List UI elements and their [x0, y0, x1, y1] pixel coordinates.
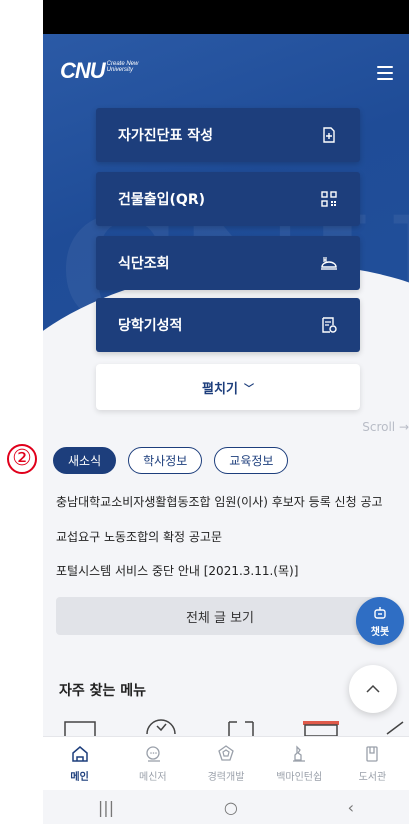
quick-btn-label: 식단조회	[118, 256, 170, 272]
home-button-icon[interactable]: ○	[224, 798, 238, 817]
quick-btn-label: 당학기성적	[118, 318, 183, 334]
nav-item-internship[interactable]: 백마인턴쉽	[263, 737, 336, 790]
document-plus-icon	[323, 127, 335, 143]
news-item[interactable]: 포털시스템 서비스 중단 안내 [2021.3.11.(목)]	[56, 562, 406, 579]
phone-screen: CNU CNU Create New University 자가진단표 작성 건…	[43, 0, 409, 824]
quick-btn-building-qr[interactable]: 건물출입(QR)	[96, 172, 360, 226]
shirt-icon	[228, 721, 254, 736]
system-nav-bar: ||| ○ ‹	[43, 790, 409, 824]
tab-news[interactable]: 새소식	[53, 447, 117, 474]
scroll-hint: Scroll →	[362, 420, 409, 434]
status-bar	[43, 0, 409, 34]
robot-icon	[374, 606, 386, 619]
nav-item-library[interactable]: 도서관	[336, 737, 409, 790]
quick-btn-self-diagnosis[interactable]: 자가진단표 작성	[96, 108, 360, 162]
internship-icon	[293, 745, 306, 762]
logo-text: CNU	[60, 58, 106, 83]
hamburger-menu-icon[interactable]	[377, 66, 393, 80]
monitor-icon	[64, 721, 96, 736]
back-icon[interactable]: ‹	[348, 798, 354, 817]
recent-apps-icon[interactable]: |||	[98, 798, 114, 817]
view-all-posts-button[interactable]: 전체 글 보기	[56, 597, 384, 635]
nav-item-career[interactable]: 경력개발	[189, 737, 262, 790]
bottom-nav: 메인 메신저 경력개발 백마인턴쉽 도서관	[43, 736, 409, 790]
food-tray-icon	[321, 257, 337, 270]
nav-label: 경력개발	[207, 772, 245, 783]
clock-icon	[146, 719, 176, 735]
nav-label: 메신저	[139, 772, 167, 783]
tab-academic-info[interactable]: 학사정보	[128, 447, 203, 474]
scroll-top-button[interactable]	[349, 665, 397, 713]
library-icon	[366, 746, 379, 762]
tab-education-info[interactable]: 교육정보	[214, 447, 289, 474]
pencil-icon	[386, 721, 404, 735]
nav-label: 도서관	[358, 772, 387, 783]
nav-item-messenger[interactable]: 메신저	[116, 737, 189, 790]
left-margin	[0, 0, 43, 824]
quick-btn-meal-menu[interactable]: 식단조회	[96, 236, 360, 290]
nav-label: 백마인턴쉽	[276, 772, 323, 783]
cnu-logo[interactable]: CNU Create New University	[60, 58, 141, 84]
report-icon	[322, 317, 337, 333]
messenger-icon	[146, 746, 160, 762]
news-item[interactable]: 교섭요구 노동조합의 확정 공고문	[56, 528, 406, 545]
quick-btn-label: 건물출입(QR)	[118, 192, 205, 208]
favorites-title: 자주 찾는 메뉴	[59, 683, 147, 699]
home-icon	[71, 746, 88, 762]
expand-button[interactable]: 펼치기 ﹀	[96, 364, 360, 410]
bus-icon	[303, 721, 339, 736]
news-tabs: 새소식 학사정보 교육정보	[53, 447, 300, 474]
news-item[interactable]: 충남대학교소비자생활협동조합 임원(이사) 후보자 등록 신청 공고	[56, 493, 406, 510]
nav-label: 메인	[70, 772, 89, 783]
nav-item-main[interactable]: 메인	[43, 737, 116, 790]
chatbot-button[interactable]: 챗봇	[356, 597, 404, 645]
quick-btn-semester-grades[interactable]: 당학기성적	[96, 298, 360, 352]
expand-label: 펼치기	[202, 381, 238, 397]
chevron-up-icon	[366, 684, 380, 693]
chatbot-label: 챗봇	[370, 626, 390, 638]
chevron-down-icon: ﹀	[243, 383, 254, 395]
annotation-2: ②	[7, 444, 37, 474]
career-icon	[218, 745, 234, 761]
qr-code-icon	[321, 191, 337, 207]
quick-btn-label: 자가진단표 작성	[118, 128, 214, 144]
logo-tagline: Create New University	[106, 61, 139, 73]
